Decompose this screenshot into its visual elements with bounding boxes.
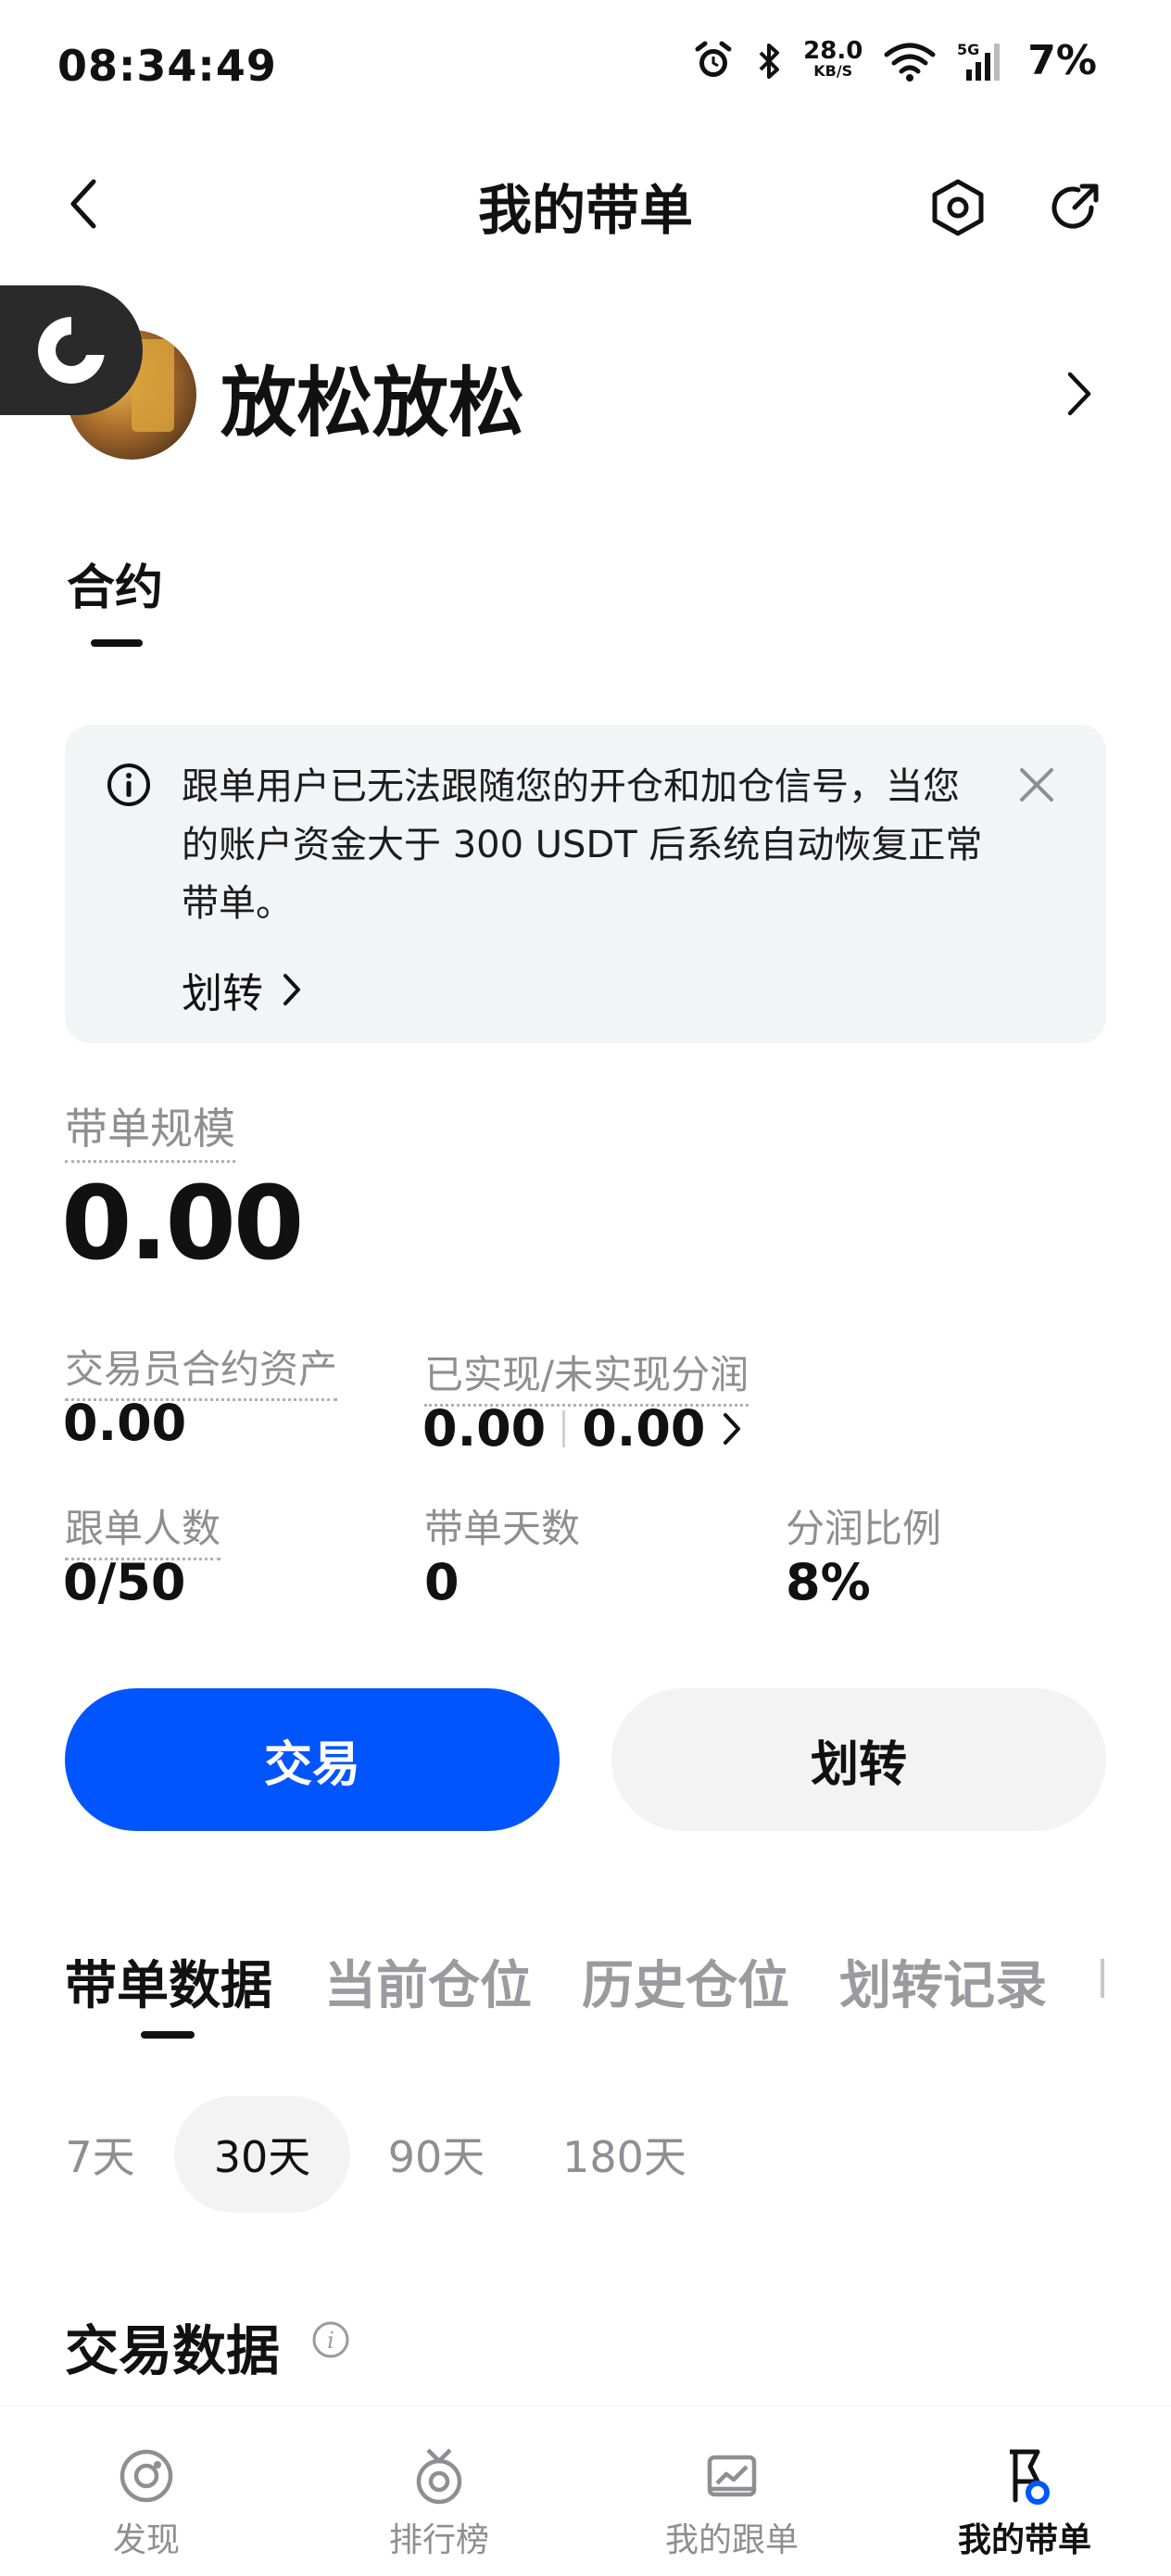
medal-icon <box>416 2448 462 2505</box>
svg-text:i: i <box>327 2328 334 2354</box>
notice-transfer-label: 划转 <box>182 970 263 1017</box>
trader-flag-icon <box>1010 2449 1050 2505</box>
tab-current-positions[interactable]: 当前仓位 <box>324 1944 532 2019</box>
status-time: 08:34:49 <box>57 41 277 91</box>
copy-days-label: 带单天数 <box>424 1506 581 1551</box>
bluetooth-icon <box>759 43 780 79</box>
followers-value: 0/50 <box>63 1553 186 1611</box>
nav-my-follows[interactable]: 我的跟单 <box>621 2446 843 2561</box>
nav-leaderboard[interactable]: 排行榜 <box>328 2446 550 2561</box>
notice-close-button[interactable] <box>1010 758 1064 812</box>
info-icon <box>107 764 150 806</box>
nav-discover-label: 发现 <box>112 2521 180 2559</box>
period-30d[interactable]: 30天 <box>174 2096 350 2213</box>
nav-my-copy-trading[interactable]: 我的带单 <box>913 2446 1136 2561</box>
chevron-right-icon <box>1067 372 1091 416</box>
copy-days-value: 0 <box>424 1553 460 1611</box>
copy-scale-label[interactable]: 带单规模 <box>65 1095 235 1163</box>
profile-name: 放松放松 <box>220 360 525 448</box>
svg-text:5G: 5G <box>957 41 979 58</box>
period-7d[interactable]: 7天 <box>46 2096 154 2213</box>
nav-leaderboard-label: 排行榜 <box>388 2521 489 2559</box>
unrealized-profit-value: 0.00 <box>582 1399 706 1458</box>
profit-share-label[interactable]: 已实现/未实现分润 <box>424 1344 749 1407</box>
signal-5g-icon: 5G <box>957 41 1001 81</box>
tab-transfer-records[interactable]: 划转记录 <box>839 1944 1047 2019</box>
trade-data-title: 交易数据 <box>65 2319 281 2382</box>
trader-assets-label[interactable]: 交易员合约资产 <box>65 1338 338 1401</box>
status-icons: 28.0 KB/S 5G 7% <box>692 37 1097 84</box>
chevron-right-icon <box>283 974 300 1005</box>
discover-icon <box>120 2449 173 2503</box>
tab-contract[interactable]: 合约 <box>67 549 163 618</box>
notice-transfer-link[interactable]: 划转 <box>182 960 302 1019</box>
more-tabs-indicator <box>1101 1959 1104 1998</box>
battery-level: 7% <box>1027 37 1097 84</box>
nav-my-copy-trading-label: 我的带单 <box>957 2521 1091 2559</box>
chevron-right-icon <box>724 1412 741 1445</box>
share-button[interactable] <box>1039 172 1110 243</box>
trade-button[interactable]: 交易 <box>65 1688 560 1831</box>
net-speed: 28.0 KB/S <box>803 36 863 80</box>
profit-share-ratio-value: 8% <box>786 1553 871 1611</box>
assistant-logo-icon <box>38 312 105 384</box>
chart-wallet-icon <box>707 2455 757 2497</box>
hexagon-settings-icon <box>932 179 984 236</box>
period-90d[interactable]: 90天 <box>371 2096 502 2213</box>
tab-copy-data[interactable]: 带单数据 <box>65 1944 272 2019</box>
tab-contract-indicator <box>91 639 143 647</box>
realized-profit-value: 0.00 <box>422 1399 547 1458</box>
close-icon <box>1020 768 1053 802</box>
transfer-button[interactable]: 划转 <box>611 1688 1106 1831</box>
followers-label[interactable]: 跟单人数 <box>65 1497 221 1560</box>
trader-assets-value: 0.00 <box>63 1394 187 1452</box>
period-180d[interactable]: 180天 <box>547 2096 702 2213</box>
nav-my-follows-label: 我的跟单 <box>664 2521 799 2559</box>
info-icon[interactable]: i <box>311 2320 350 2359</box>
profit-share-ratio-label: 分润比例 <box>786 1506 942 1551</box>
value-divider <box>562 1409 566 1447</box>
alarm-icon <box>695 41 732 77</box>
wifi-icon <box>884 43 936 82</box>
tab-copy-data-indicator <box>141 2031 195 2039</box>
notice-text: 跟单用户已无法跟随您的开仓和加仓信号，当您的账户资金大于 300 USDT 后系… <box>182 765 983 925</box>
nav-discover[interactable]: 发现 <box>35 2446 258 2561</box>
settings-button[interactable] <box>923 172 993 243</box>
copy-scale-value: 0.00 <box>61 1164 304 1282</box>
profile-detail-button[interactable] <box>1056 361 1102 426</box>
tab-history-positions[interactable]: 历史仓位 <box>582 1944 789 2019</box>
profit-share-values[interactable]: 0.00 0.00 <box>422 1399 742 1458</box>
page-title: 我的带单 <box>477 179 693 242</box>
floating-assistant-button[interactable] <box>0 285 143 415</box>
share-icon <box>1051 183 1099 229</box>
